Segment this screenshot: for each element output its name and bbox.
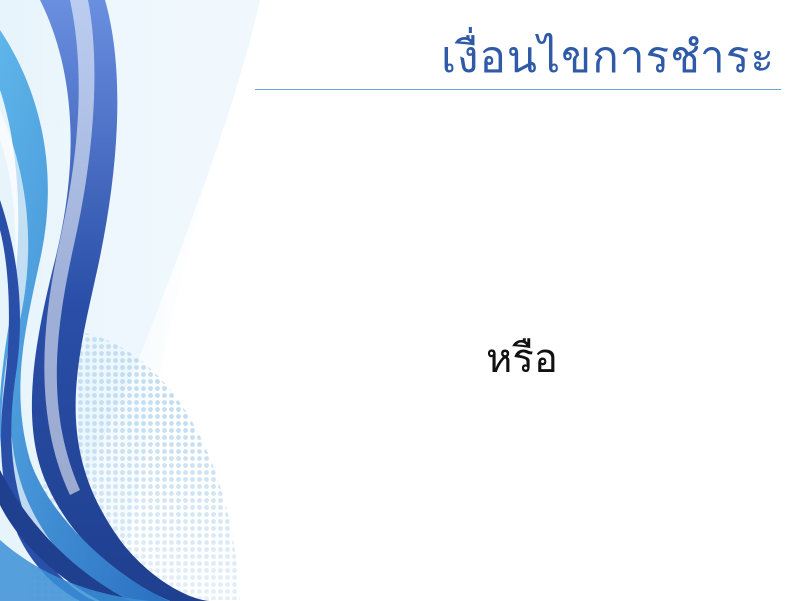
slide-body-text: หรือ [486,336,558,382]
slide-title: เงื่อนไขการชำระ [440,32,775,83]
title-divider [255,89,781,90]
slide: เงื่อนไขการชำระ หรือ [0,0,801,601]
